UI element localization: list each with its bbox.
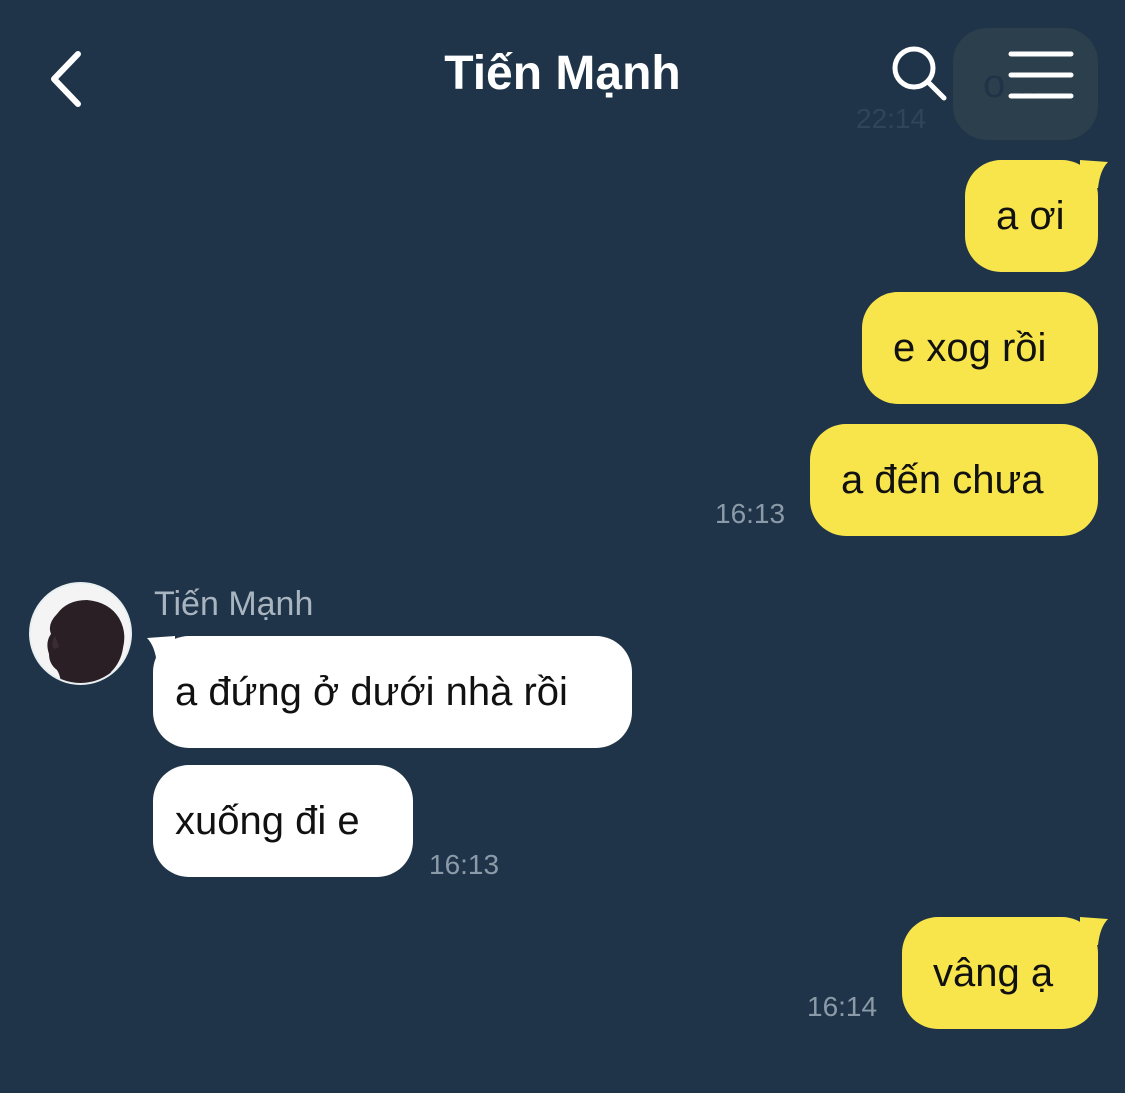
- message-bubble-outgoing[interactable]: a đến chưa: [810, 424, 1098, 536]
- menu-button[interactable]: [1003, 46, 1079, 106]
- message-bubble-outgoing[interactable]: vâng ạ: [902, 917, 1098, 1029]
- message-text: a đến chưa: [841, 458, 1044, 502]
- message-text: xuống đi e: [175, 799, 360, 843]
- chat-header: Tiến Mạnh: [0, 0, 1125, 150]
- profile-silhouette-icon: [31, 584, 130, 683]
- message-bubble-incoming[interactable]: xuống đi e: [153, 765, 413, 877]
- message-bubble-outgoing[interactable]: e xog rồi: [862, 292, 1098, 404]
- message-time: 16:13: [715, 498, 786, 529]
- search-button[interactable]: [888, 42, 952, 106]
- message-bubble-outgoing[interactable]: a ơi: [965, 160, 1098, 272]
- chat-screen: o... 22:14 Tiến Mạnh a ơi e xog rồi a đế…: [0, 0, 1125, 1093]
- message-bubble-incoming[interactable]: a đứng ở dưới nhà rồi: [153, 636, 632, 748]
- message-text: vâng ạ: [933, 951, 1054, 995]
- message-time: 16:13: [429, 849, 500, 880]
- message-text: e xog rồi: [893, 326, 1047, 370]
- bubble-tail: [1080, 917, 1108, 945]
- chat-title: Tiến Mạnh: [444, 47, 681, 100]
- message-text: a đứng ở dưới nhà rồi: [175, 670, 568, 714]
- message-time: 16:14: [807, 991, 878, 1022]
- hamburger-menu-icon: [1008, 51, 1074, 99]
- sender-name: Tiến Mạnh: [154, 585, 314, 623]
- avatar[interactable]: [29, 582, 132, 685]
- search-icon: [892, 46, 947, 101]
- bubble-tail: [1080, 160, 1108, 188]
- message-text: a ơi: [996, 194, 1065, 238]
